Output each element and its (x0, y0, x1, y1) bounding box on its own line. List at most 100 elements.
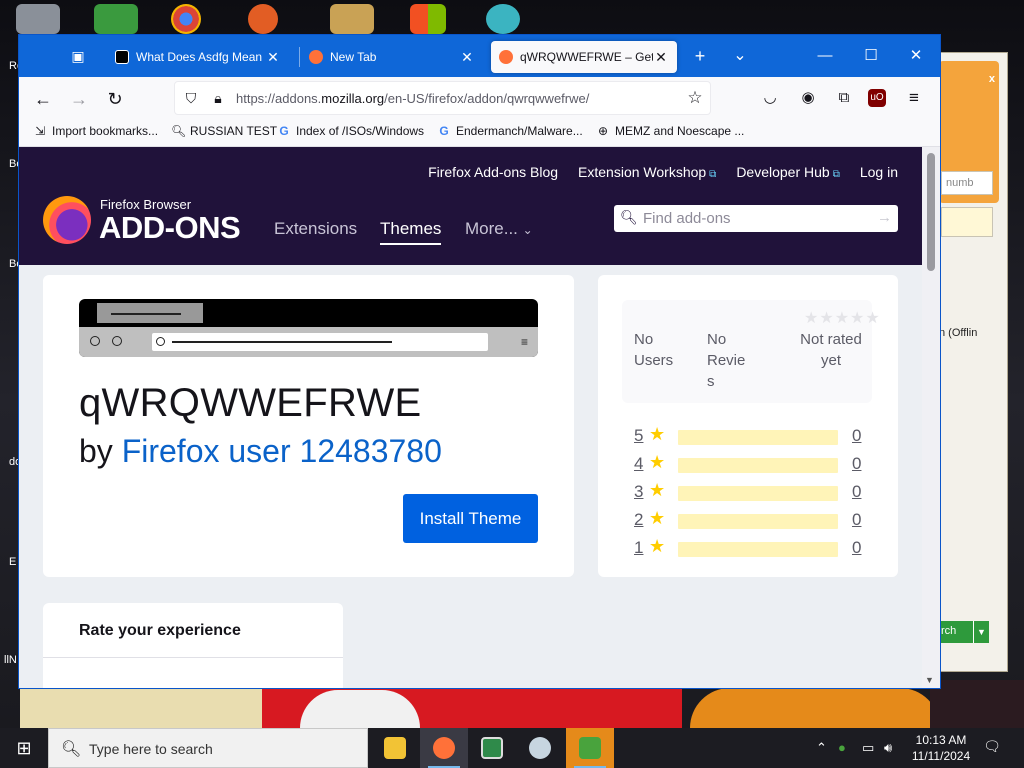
search-input[interactable]: 🔍︎ Find add-ons → (614, 205, 898, 232)
messenger-tray-icon[interactable]: ● (838, 740, 846, 755)
rating-bar-track (678, 514, 838, 529)
taskbar-app-firefox[interactable] (420, 728, 468, 768)
url-path: /en-US/firefox/addon/qwrqwwefrwe/ (384, 91, 590, 106)
install-theme-button[interactable]: Install Theme (403, 494, 538, 543)
network-icon[interactable]: ▭ (862, 740, 874, 756)
taskbar-search-placeholder: Type here to search (89, 741, 213, 757)
dropdown-list[interactable] (941, 207, 993, 237)
shield-icon[interactable]: ⛉ (182, 89, 200, 107)
windows-logo-icon[interactable] (410, 4, 446, 34)
url-text[interactable]: https://addons.mozilla.org/en-US/firefox… (236, 91, 589, 106)
nav-more[interactable]: More... ⌄ (465, 219, 533, 239)
app-icon[interactable] (248, 4, 278, 34)
tab-label: What Does Asdfg Mean | (136, 50, 265, 64)
character-icon[interactable] (486, 4, 520, 34)
start-button[interactable]: ⊞ (0, 728, 48, 768)
author-link[interactable]: Firefox user 12483780 (122, 433, 442, 469)
scrollbar-thumb[interactable] (927, 153, 935, 271)
minimize-button[interactable]: — (802, 41, 848, 71)
notifications-icon[interactable]: 🗨︎ (980, 738, 1004, 758)
forward-button[interactable]: → (65, 85, 93, 113)
chevron-up-icon[interactable]: ⌃ (816, 740, 827, 756)
tab-what-does-asdfg-mean[interactable]: What Does Asdfg Mean | ✕ (107, 41, 289, 73)
taskbar: ⊞ 🔍︎ Type here to search ⌃ ● ▭ 🔊︎ 10:13 … (0, 728, 1024, 768)
new-tab-button[interactable]: + (685, 43, 715, 69)
taskbar-app-window[interactable] (468, 728, 516, 768)
arrow-right-icon[interactable]: → (877, 209, 892, 226)
firefox-view-icon[interactable]: ▣ (67, 45, 89, 67)
divider (43, 657, 343, 658)
developer-hub-link[interactable]: Developer Hub ⧉ (736, 164, 840, 180)
reload-button[interactable]: ↻ (101, 85, 129, 113)
wallpaper-art (930, 680, 1024, 728)
star-icon: ★ (804, 310, 819, 327)
reviews-stat-line: No (707, 331, 727, 348)
url-bar[interactable]: ⛉ 🔒︎ https://addons.mozilla.org/en-US/fi… (174, 81, 711, 115)
firefox-logo-icon[interactable] (43, 196, 91, 244)
rating-bar-5[interactable]: 5 ★ 0 (634, 424, 864, 448)
volume-icon[interactable]: 🔊︎ (884, 740, 892, 756)
pocket-icon[interactable]: ◡ (759, 87, 781, 109)
close-window-button[interactable]: ✕ (893, 41, 939, 71)
game-icon[interactable] (330, 4, 374, 34)
nav-extensions[interactable]: Extensions (274, 219, 357, 239)
close-icon[interactable]: ✕ (265, 49, 281, 66)
firefox-icon (433, 737, 455, 759)
rating-bar-count: 0 (852, 482, 862, 501)
bookmark-label: Endermanch/Malware... (456, 124, 583, 138)
bookmark-memz-noescape[interactable]: ⊕ MEMZ and Noescape ... (596, 124, 744, 138)
chevron-down-icon[interactable]: ▼ (973, 621, 989, 643)
title-bar: ▣ What Does Asdfg Mean | ✕ New Tab ✕ qWR… (19, 35, 940, 77)
tab-new-tab[interactable]: New Tab ✕ (301, 41, 483, 73)
preview-back-icon (90, 336, 100, 346)
page-content: Firefox Add-ons Blog Extension Workshop ⧉… (19, 147, 922, 688)
rating-bar-stars: 2 (634, 510, 644, 529)
bookmark-index-isos[interactable]: G Index of /ISOs/Windows (277, 124, 424, 138)
bookmark-endermanch-malware[interactable]: G Endermanch/Malware... (437, 124, 583, 138)
bookmark-star-icon[interactable]: ☆ (686, 89, 704, 107)
addon-author-line: by Firefox user 12483780 (79, 433, 442, 470)
brand-title[interactable]: ADD-ONS (99, 210, 241, 246)
close-icon[interactable]: ✕ (653, 49, 669, 66)
taskbar-app-file-explorer[interactable] (371, 728, 419, 768)
desktop-label[interactable]: llN (4, 654, 17, 666)
back-button[interactable]: ← (29, 85, 57, 113)
maximize-button[interactable]: ☐ (848, 41, 894, 71)
messenger-icon[interactable] (94, 4, 138, 34)
taskbar-app-messenger[interactable] (566, 728, 614, 768)
number-field[interactable]: numb (941, 171, 993, 195)
list-all-tabs-button[interactable]: ⌄ (725, 43, 755, 69)
bookmark-russian-test[interactable]: 🔍︎ RUSSIAN TEST (171, 124, 277, 138)
background-window[interactable]: x numb n (Offlin rch ▼ (938, 52, 1008, 672)
page-scrollbar[interactable]: ▼ (922, 147, 940, 688)
reviews-stat-line: Revie (707, 352, 746, 369)
bookmark-label: Import bookmarks... (52, 124, 159, 138)
taskbar-search-input[interactable]: 🔍︎ Type here to search (48, 728, 368, 768)
scroll-down-icon[interactable]: ▼ (925, 675, 934, 685)
account-icon[interactable]: ◉ (797, 87, 819, 109)
close-icon[interactable]: x (989, 73, 995, 85)
clock[interactable]: 10:13 AM 11/11/2024 (908, 732, 974, 764)
lock-icon[interactable]: 🔒︎ (209, 89, 227, 107)
bookmark-import[interactable]: ⇲ Import bookmarks... (33, 124, 158, 138)
chrome-icon[interactable] (171, 4, 201, 34)
extension-workshop-link[interactable]: Extension Workshop ⧉ (578, 164, 716, 180)
reviews-stat[interactable]: No Revie s (707, 329, 745, 392)
rate-experience-card: Rate your experience (43, 603, 343, 688)
ublock-origin-icon[interactable]: uO (868, 89, 886, 107)
rating-bar-3[interactable]: 3 ★ 0 (634, 480, 864, 504)
rating-bar-1[interactable]: 1 ★ 0 (634, 536, 864, 560)
taskbar-app-steam[interactable] (516, 728, 564, 768)
nav-themes[interactable]: Themes (380, 219, 442, 245)
recycle-bin-icon[interactable] (16, 4, 60, 34)
rating-bar-4[interactable]: 4 ★ 0 (634, 452, 864, 476)
close-icon[interactable]: ✕ (459, 49, 475, 66)
login-link[interactable]: Log in (860, 164, 898, 180)
tab-qwrqwwefrwe[interactable]: qWRQWWEFRWE – Get th ✕ (491, 41, 677, 73)
menu-icon[interactable]: ≡ (903, 87, 925, 109)
wallpaper-art (300, 690, 420, 728)
blog-link[interactable]: Firefox Add-ons Blog (428, 164, 558, 180)
desktop-label[interactable]: E (9, 556, 16, 568)
extensions-icon[interactable]: ⧉ (833, 87, 855, 109)
rating-bar-2[interactable]: 2 ★ 0 (634, 508, 864, 532)
